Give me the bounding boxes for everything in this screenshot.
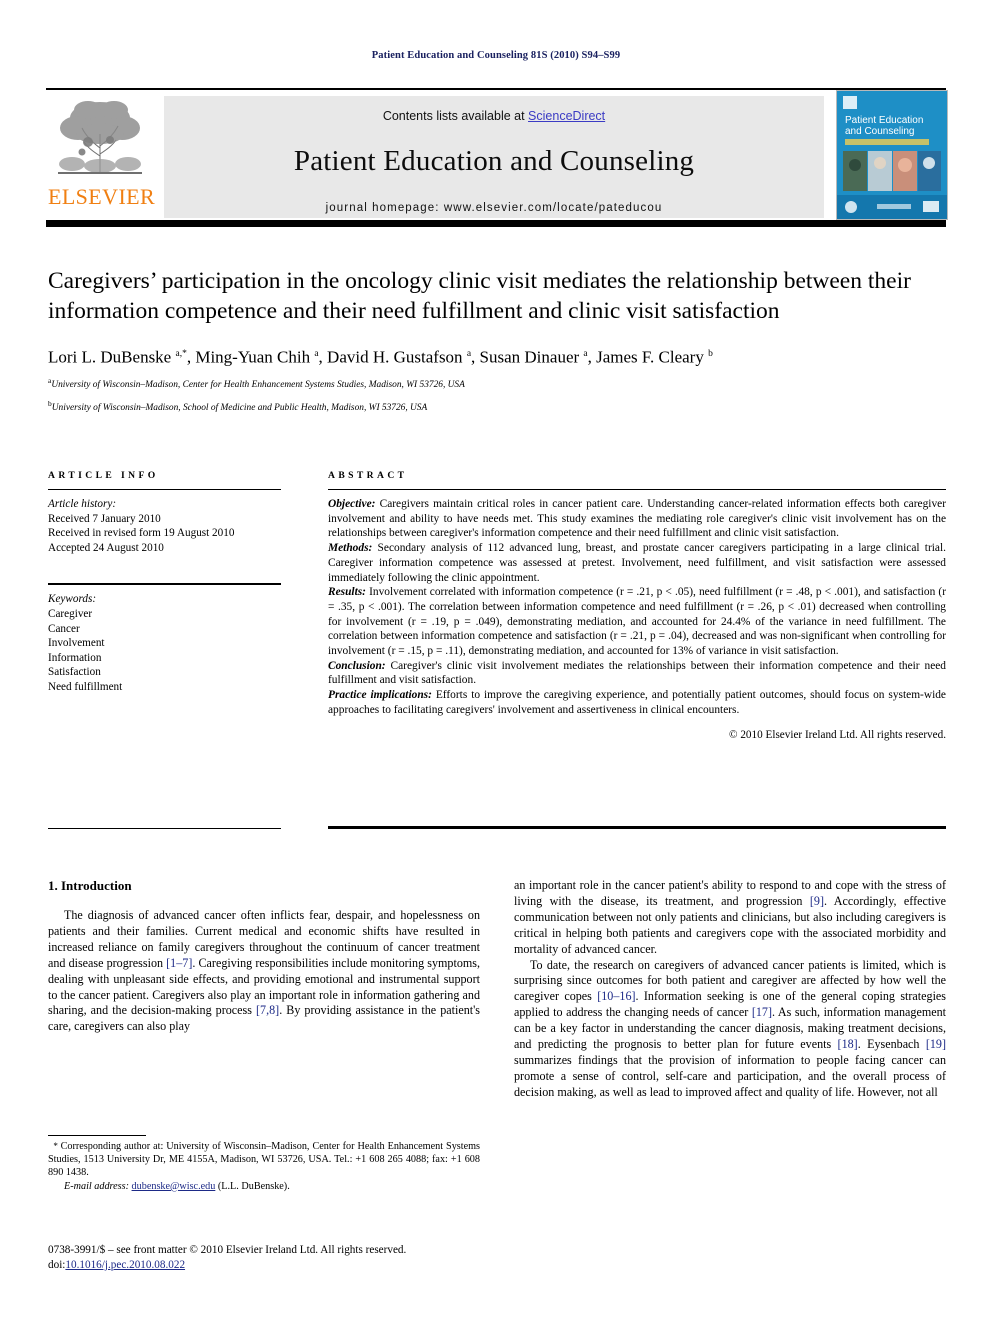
article-history-block: Article history: Received 7 January 2010… [48,497,281,555]
abstract-copyright: © 2010 Elsevier Ireland Ltd. All rights … [729,728,946,741]
abstract-section: Results: Involvement correlated with inf… [328,585,946,659]
affiliation-text-b: University of Wisconsin–Madison, School … [51,402,428,413]
journal-cover-art: Patient Education and Counseling [837,91,947,219]
article-info-column: ARTICLE INFO Article history: Received 7… [48,470,281,695]
keywords-label: Keywords: [48,593,97,606]
keyword-item: Need fulfillment [48,680,123,693]
contents-prefix: Contents lists available at [382,109,529,123]
corresponding-author-note: * Corresponding author at: University of… [48,1140,480,1180]
abstract-section-label: Conclusion: [328,659,386,672]
doi-link[interactable]: 10.1016/j.pec.2010.08.022 [65,1259,185,1271]
elsevier-logo: ELSEVIER [48,96,156,218]
body-paragraph: an important role in the cancer patient'… [514,878,946,956]
section-heading-introduction: 1. Introduction [48,878,132,893]
asterisk-icon: * [48,1141,61,1151]
paper-title: Caregivers’ participation in the oncolog… [48,268,911,324]
abstract-section-text: Caregivers maintain critical roles in ca… [328,498,946,540]
elsevier-tree-icon [58,101,142,174]
abstract-column: ABSTRACT Objective: Caregivers maintain … [328,470,946,742]
history-item: Received in revised form 19 August 2010 [48,527,235,540]
abstract-section-label: Results: [328,586,366,599]
abstract-section: Conclusion: Caregiver's clinic visit inv… [328,659,946,688]
corresponding-author-text: Corresponding author at: University of W… [48,1141,481,1179]
title-block: Caregivers’ participation in the oncolog… [48,266,946,415]
masthead-bottom-rule [46,220,946,227]
sciencedirect-link[interactable]: ScienceDirect [528,109,605,123]
abstract-section: Objective: Caregivers maintain critical … [328,497,946,541]
article-history-label: Article history: [48,498,117,510]
imprint-block: 0738-3991/$ – see front matter © 2010 El… [48,1243,498,1273]
affiliation-b: bUniversity of Wisconsin–Madison, School… [48,398,946,415]
abstract-section-label: Practice implications: [328,689,432,702]
abstract-heading: ABSTRACT [328,470,408,481]
abstract-section-label: Objective: [328,498,376,510]
issn-line: 0738-3991/$ – see front matter © 2010 El… [48,1244,407,1256]
footnote-separator-rule [48,1135,146,1136]
keyword-item: Cancer [48,622,80,635]
document-page: Patient Education and Counseling 81S (20… [0,0,992,1323]
keyword-item: Involvement [48,637,105,650]
abstract-section: Methods: Secondary analysis of 112 advan… [328,541,946,585]
abstract-section-text: Involvement correlated with information … [328,586,947,658]
body-paragraph: The diagnosis of advanced cancer often i… [48,908,481,1034]
abstract-body: Objective: Caregivers maintain critical … [328,497,946,742]
abstract-section-text: Secondary analysis of 112 advanced lung,… [328,542,946,584]
masthead-top-rule [46,88,946,90]
running-head: Patient Education and Counseling 81S (20… [371,50,621,61]
history-item: Accepted 24 August 2010 [48,541,164,554]
article-info-rule-1 [48,489,281,490]
elsevier-wordmark: ELSEVIER [48,184,156,209]
journal-cover-thumbnail: Patient Education and Counseling [836,90,948,220]
abstract-section-label: Methods: [328,542,373,555]
doi-line: doi:10.1016/j.pec.2010.08.022 [48,1258,498,1273]
journal-masthead: ELSEVIER Contents lists available at Sci… [46,88,948,227]
info-bottom-rule [48,828,281,829]
journal-title: Patient Education and Counseling [293,145,695,177]
footnote-block: * Corresponding author at: University of… [48,1140,480,1193]
svg-text:Patient Education: Patient Education [845,115,923,126]
email-note: E-mail address: dubenske@wisc.edu (L.L. … [48,1180,480,1193]
doi-prefix: doi: [48,1259,66,1271]
article-info-heading: ARTICLE INFO [48,470,159,481]
history-item: Received 7 January 2010 [48,512,161,525]
journal-homepage-line[interactable]: journal homepage: www.elsevier.com/locat… [164,202,824,214]
affiliation-a: aUniversity of Wisconsin–Madison, Center… [48,375,946,392]
keyword-item: Satisfaction [48,666,101,679]
body-column-left: 1. Introduction The diagnosis of advance… [48,878,480,1035]
body-paragraph: To date, the research on caregivers of a… [514,957,946,1099]
email-label: E-mail address: [64,1180,129,1192]
author-email-link[interactable]: dubenske@wisc.edu [132,1181,216,1192]
affiliation-text-a: University of Wisconsin–Madison, Center … [51,379,465,390]
abstract-section: Practice implications: Efforts to improv… [328,688,946,717]
keyword-item: Information [48,651,102,664]
svg-text:and Counseling: and Counseling [845,126,915,137]
masthead-center-panel: Contents lists available at ScienceDirec… [164,96,824,218]
keyword-item: Caregiver [48,607,93,620]
email-owner: (L.L. DuBenske). [217,1180,290,1192]
abstract-section-text: Caregiver's clinic visit involvement med… [328,659,946,687]
author-list: Lori L. DuBenske a,*, Ming-Yuan Chih a, … [48,347,713,367]
keywords-block: Keywords: Caregiver Cancer Involvement I… [48,592,281,694]
contents-available-line: Contents lists available at ScienceDirec… [164,109,824,123]
body-column-right: an important role in the cancer patient'… [514,878,946,1101]
abstract-rule [328,489,946,490]
abstract-bottom-rule [328,826,946,829]
article-info-rule-2 [48,583,281,586]
